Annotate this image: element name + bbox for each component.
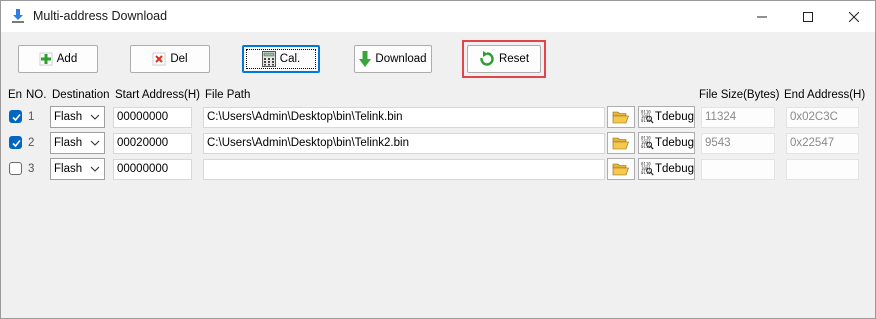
end-address-field [786, 159, 859, 180]
chevron-down-icon [90, 140, 100, 146]
destination-select[interactable]: Flash [50, 132, 105, 154]
file-path-input[interactable] [203, 159, 605, 180]
destination-select[interactable]: Flash [50, 158, 105, 180]
checkmark-icon [12, 113, 21, 122]
svg-text:0110: 0110 [641, 170, 651, 175]
download-button-label: Download [375, 53, 427, 65]
row-number: 3 [28, 163, 35, 175]
row-enable-checkbox[interactable] [9, 162, 22, 175]
file-path-input[interactable]: C:\Users\Admin\Desktop\bin\Telink2.bin [203, 133, 605, 154]
reset-button-label: Reset [498, 53, 530, 65]
close-button[interactable] [831, 1, 875, 32]
del-button-label: Del [170, 53, 188, 65]
file-size-field: 9543 [701, 133, 775, 154]
header-no: NO. [26, 89, 47, 101]
cal-button[interactable]: Cal. [242, 45, 320, 73]
header-start-address: Start Address(H) [115, 89, 200, 101]
minimize-icon [757, 16, 767, 17]
destination-value: Flash [54, 163, 83, 175]
chevron-down-icon [90, 166, 100, 172]
download-button[interactable]: Download [354, 45, 432, 73]
plus-icon [39, 52, 53, 66]
file-path-input[interactable]: C:\Users\Admin\Desktop\bin\Telink.bin [203, 107, 605, 128]
down-arrow-icon [359, 51, 372, 67]
reset-button[interactable]: Reset [467, 45, 541, 73]
close-icon [849, 11, 859, 22]
folder-open-icon [612, 137, 629, 150]
binary-search-icon: 0110 1001 0110 [641, 110, 654, 124]
end-address-field: 0x22547 [786, 133, 859, 154]
tdebug-label: Tdebug [654, 137, 694, 149]
binary-search-icon: 0110 1001 0110 [641, 162, 654, 176]
minimize-button[interactable] [739, 1, 785, 32]
window-title: Multi-address Download [33, 9, 168, 23]
chevron-down-icon [90, 114, 100, 120]
del-button[interactable]: Del [130, 45, 210, 73]
header-en: En [8, 89, 23, 101]
header-file-path: File Path [205, 89, 251, 101]
row-enable-checkbox[interactable] [9, 110, 22, 123]
header-file-size: File Size(Bytes) [699, 89, 780, 101]
start-address-input[interactable]: 00000000 [113, 159, 192, 180]
download-app-icon [12, 9, 24, 23]
row-enable-checkbox[interactable] [9, 136, 22, 149]
start-address-input[interactable]: 00000000 [113, 107, 192, 128]
tdebug-button[interactable]: 0110 1001 0110 Tdebug [638, 132, 695, 154]
svg-text:0110: 0110 [641, 144, 651, 149]
focus-rectangle [246, 49, 316, 69]
binary-search-icon: 0110 1001 0110 [641, 136, 654, 150]
file-size-field [701, 159, 775, 180]
add-button-label: Add [56, 53, 78, 65]
destination-value: Flash [54, 111, 83, 123]
start-address-input[interactable]: 00020000 [113, 133, 192, 154]
refresh-icon [480, 51, 494, 66]
checkmark-icon [12, 139, 21, 148]
end-address-field: 0x02C3C [786, 107, 859, 128]
title-bar: Multi-address Download [1, 1, 875, 32]
svg-text:0110: 0110 [641, 118, 651, 123]
tdebug-button[interactable]: 0110 1001 0110 Tdebug [638, 158, 695, 180]
folder-open-icon [612, 111, 629, 124]
row-number: 1 [28, 111, 35, 123]
add-button[interactable]: Add [18, 45, 98, 73]
multi-address-download-window: Multi-address Download Add Del Cal. Down… [0, 0, 876, 319]
row-number: 2 [28, 137, 35, 149]
header-destination: Destination [52, 89, 110, 101]
tdebug-label: Tdebug [654, 111, 694, 123]
destination-value: Flash [54, 137, 83, 149]
browse-file-button[interactable] [607, 158, 635, 180]
tdebug-label: Tdebug [654, 163, 694, 175]
folder-open-icon [612, 163, 629, 176]
maximize-icon [803, 11, 813, 22]
file-size-field: 11324 [701, 107, 775, 128]
browse-file-button[interactable] [607, 132, 635, 154]
x-icon [152, 52, 166, 66]
header-end-address: End Address(H) [784, 89, 866, 101]
browse-file-button[interactable] [607, 106, 635, 128]
maximize-button[interactable] [785, 1, 831, 32]
destination-select[interactable]: Flash [50, 106, 105, 128]
tdebug-button[interactable]: 0110 1001 0110 Tdebug [638, 106, 695, 128]
